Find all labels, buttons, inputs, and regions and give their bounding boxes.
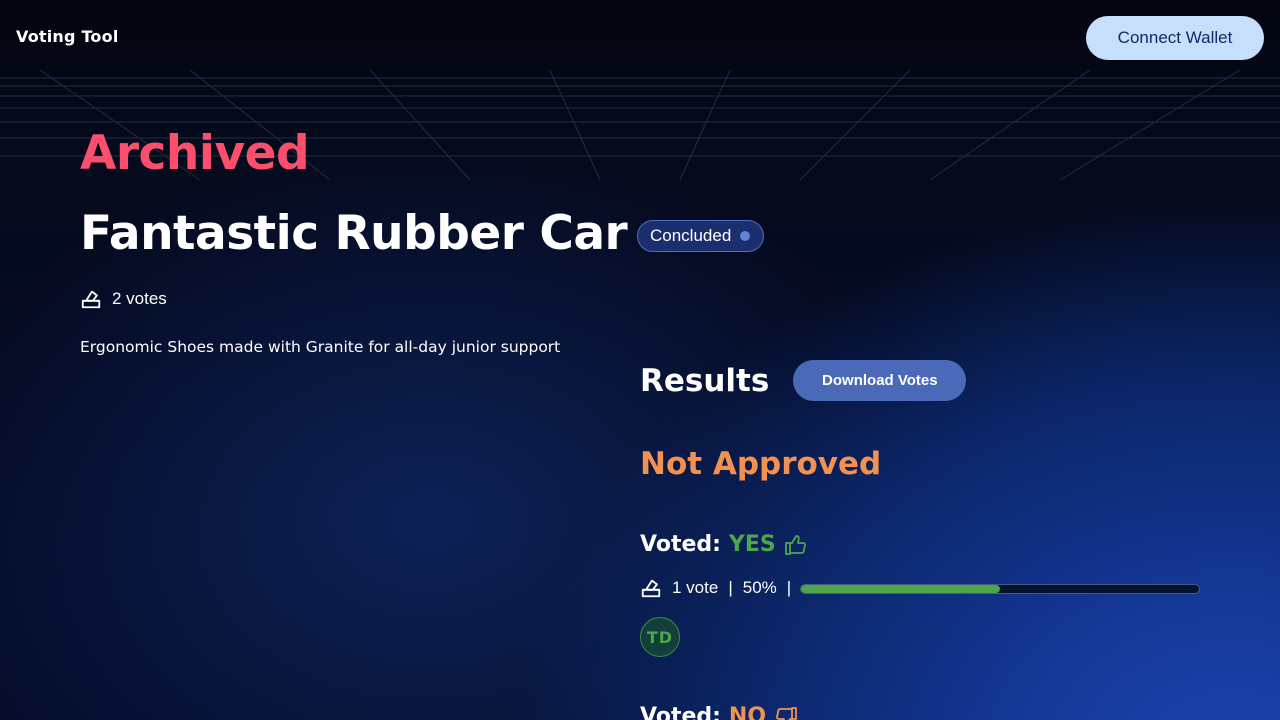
connect-wallet-button[interactable]: Connect Wallet xyxy=(1086,16,1264,60)
divider: | xyxy=(786,578,792,597)
results-title: Results xyxy=(640,362,770,399)
divider: | xyxy=(728,578,733,597)
yes-vote-count: 1 vote xyxy=(672,578,719,597)
yes-percent: 50% xyxy=(742,578,777,597)
top-bar: Voting Tool Connect Wallet xyxy=(0,0,1280,76)
avatar[interactable]: TD xyxy=(640,617,680,657)
yes-progress-bar xyxy=(800,584,1200,594)
result-verdict: Not Approved xyxy=(640,446,882,482)
proposal-description: Ergonomic Shoes made with Granite for al… xyxy=(80,338,561,356)
voted-choice-yes: YES xyxy=(728,532,776,557)
voted-label: Voted: xyxy=(640,532,721,557)
thumbs-down-icon xyxy=(774,705,798,720)
yes-progress-fill xyxy=(801,585,1000,593)
total-votes-label: 2 votes xyxy=(112,289,167,308)
ballot-box-icon xyxy=(640,577,662,599)
thumbs-up-icon xyxy=(784,533,808,557)
yes-stats: 1 vote | 50% | xyxy=(640,577,791,599)
voted-yes-heading: Voted: YES xyxy=(640,532,808,557)
download-votes-button[interactable]: Download Votes xyxy=(793,360,967,401)
total-votes: 2 votes xyxy=(80,288,167,310)
voted-no-heading: Voted: NO xyxy=(640,704,798,720)
app-brand[interactable]: Voting Tool xyxy=(16,27,119,46)
status-badge: Concluded xyxy=(637,220,765,252)
status-dot-icon xyxy=(740,231,751,241)
results-header: Results Download Votes xyxy=(640,360,967,401)
proposal-state-heading: Archived xyxy=(80,126,310,181)
ballot-box-icon xyxy=(80,288,102,310)
voted-label: Voted: xyxy=(640,704,721,720)
proposal-title: Fantastic Rubber Car xyxy=(80,206,628,261)
voted-choice-no: NO xyxy=(728,704,767,720)
status-badge-label: Concluded xyxy=(650,226,732,245)
